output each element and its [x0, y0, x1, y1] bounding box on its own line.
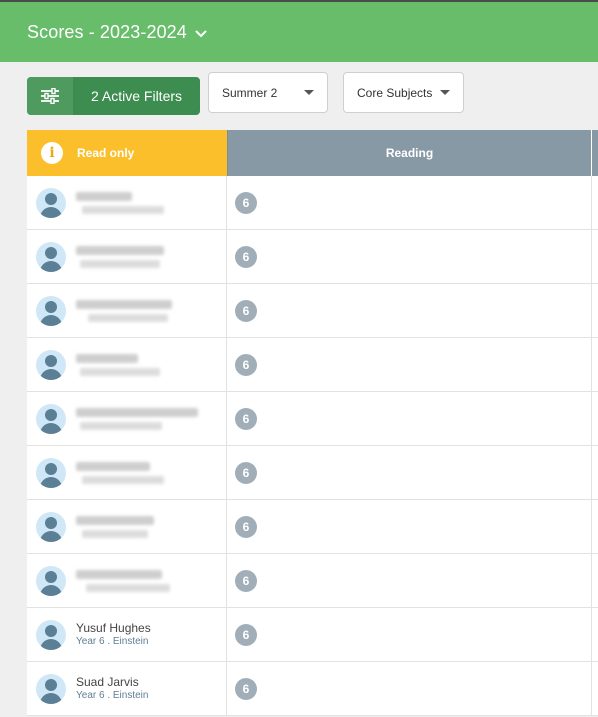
next-column-cell: [591, 662, 598, 715]
avatar-icon: [36, 457, 66, 488]
table-row[interactable]: 6: [27, 176, 598, 230]
student-cell[interactable]: [27, 392, 227, 445]
student-name: Yusuf Hughes: [76, 620, 151, 635]
chevron-down-icon[interactable]: [195, 25, 207, 43]
reading-score-cell[interactable]: 6: [227, 338, 591, 391]
student-class: Year 6 . Einstein: [76, 689, 149, 701]
next-column-cell: [591, 176, 598, 229]
table-row[interactable]: 6: [27, 392, 598, 446]
redacted-student-name: [76, 461, 164, 484]
score-badge: 6: [235, 461, 257, 484]
table-row[interactable]: 6: [27, 230, 598, 284]
column-header-next: [591, 130, 598, 176]
column-header-reading[interactable]: Reading: [227, 130, 591, 176]
next-column-cell: [591, 554, 598, 607]
filter-toolbar: 2 Active Filters Summer 2 Core Subjects: [0, 72, 598, 116]
redacted-student-name: [76, 191, 164, 214]
reading-score-cell[interactable]: 6: [227, 608, 591, 661]
table-row[interactable]: 6: [27, 284, 598, 338]
app-header: Scores - 2023-2024: [0, 2, 598, 62]
grid-body: 6 6 6 6 6 6 6 6 Yusuf Hughes Year 6 . Einstein 6 Su…: [27, 176, 598, 716]
next-column-cell: [591, 608, 598, 661]
table-row[interactable]: Suad Jarvis Year 6 . Einstein 6: [27, 662, 598, 716]
avatar-icon: [36, 295, 66, 326]
reading-score-cell[interactable]: 6: [227, 176, 591, 229]
student-cell[interactable]: [27, 500, 227, 553]
reading-score-cell[interactable]: 6: [227, 662, 591, 715]
sliders-icon: [27, 77, 73, 115]
student-name-block: Yusuf Hughes Year 6 . Einstein: [76, 621, 151, 649]
caret-down-icon: [440, 90, 450, 95]
term-select[interactable]: Summer 2: [208, 72, 328, 113]
student-cell[interactable]: [27, 554, 227, 607]
avatar-icon: [36, 349, 66, 380]
read-only-label: Read only: [77, 146, 135, 160]
redacted-student-name: [76, 353, 160, 376]
score-badge: 6: [235, 569, 257, 592]
term-select-value: Summer 2: [222, 85, 278, 100]
score-badge: 6: [235, 407, 257, 430]
info-icon: i: [41, 142, 63, 164]
scores-grid: i Read only Reading 6 6 6 6 6 6 6 6 Yusuf Hughes…: [27, 130, 598, 716]
student-name-block: Suad Jarvis Year 6 . Einstein: [76, 675, 148, 703]
next-column-cell: [591, 446, 598, 499]
avatar-icon: [36, 187, 66, 218]
reading-score-cell[interactable]: 6: [227, 230, 591, 283]
table-row[interactable]: 6: [27, 500, 598, 554]
redacted-student-name: [76, 515, 154, 538]
next-column-cell: [591, 284, 598, 337]
reading-score-cell[interactable]: 6: [227, 446, 591, 499]
reading-score-cell[interactable]: 6: [227, 500, 591, 553]
next-column-cell: [591, 338, 598, 391]
page-title[interactable]: Scores - 2023-2024: [27, 22, 187, 43]
student-cell[interactable]: Yusuf Hughes Year 6 . Einstein: [27, 608, 227, 661]
score-badge: 6: [235, 191, 257, 214]
avatar-icon: [36, 619, 66, 650]
student-cell[interactable]: [27, 230, 227, 283]
student-cell[interactable]: [27, 284, 227, 337]
read-only-banner: i Read only: [27, 130, 227, 176]
table-row[interactable]: 6: [27, 554, 598, 608]
score-badge: 6: [235, 299, 257, 322]
next-column-cell: [591, 500, 598, 553]
score-badge: 6: [235, 677, 257, 700]
student-name: Suad Jarvis: [76, 674, 139, 689]
table-row[interactable]: 6: [27, 446, 598, 500]
redacted-student-name: [76, 245, 164, 268]
student-cell[interactable]: [27, 176, 227, 229]
reading-score-cell[interactable]: 6: [227, 554, 591, 607]
reading-score-cell[interactable]: 6: [227, 284, 591, 337]
redacted-student-name: [76, 569, 170, 592]
student-cell[interactable]: Suad Jarvis Year 6 . Einstein: [27, 662, 227, 715]
table-row[interactable]: 6: [27, 338, 598, 392]
score-badge: 6: [235, 515, 257, 538]
score-badge: 6: [235, 623, 257, 646]
next-column-cell: [591, 392, 598, 445]
active-filters-button[interactable]: 2 Active Filters: [27, 77, 200, 115]
reading-score-cell[interactable]: 6: [227, 392, 591, 445]
score-badge: 6: [235, 353, 257, 376]
table-row[interactable]: Yusuf Hughes Year 6 . Einstein 6: [27, 608, 598, 662]
avatar-icon: [36, 673, 66, 704]
caret-down-icon: [304, 90, 314, 95]
grid-header-row: i Read only Reading: [27, 130, 598, 176]
active-filters-label: 2 Active Filters: [90, 88, 183, 104]
next-column-cell: [591, 230, 598, 283]
avatar-icon: [36, 241, 66, 272]
score-badge: 6: [235, 245, 257, 268]
student-cell[interactable]: [27, 446, 227, 499]
subject-select[interactable]: Core Subjects: [343, 72, 464, 113]
redacted-student-name: [76, 407, 198, 430]
avatar-icon: [36, 511, 66, 542]
student-cell[interactable]: [27, 338, 227, 391]
subject-select-value: Core Subjects: [357, 85, 433, 100]
avatar-icon: [36, 403, 66, 434]
avatar-icon: [36, 565, 66, 596]
student-class: Year 6 . Einstein: [76, 635, 149, 647]
redacted-student-name: [76, 299, 172, 322]
